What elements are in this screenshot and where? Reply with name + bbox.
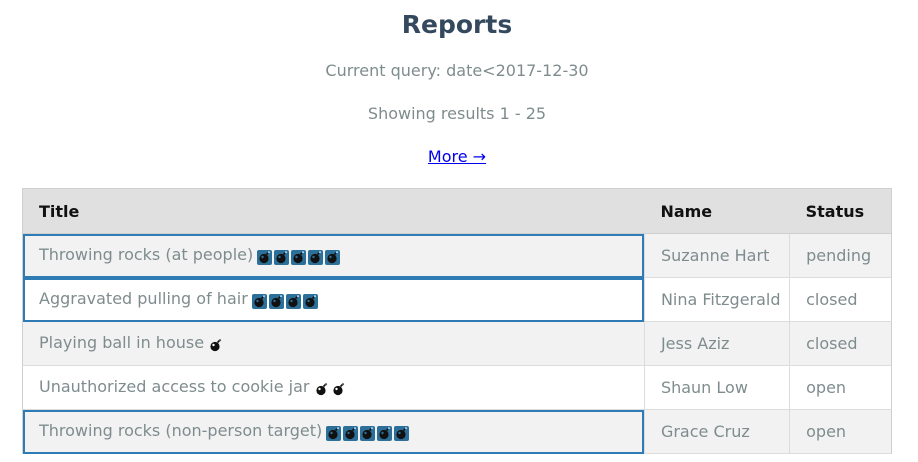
bomb-icon: [331, 382, 346, 397]
bomb-icon: [325, 250, 341, 265]
more-link-container: More →: [0, 147, 914, 167]
bomb-icon: [251, 294, 267, 309]
bomb-icon: [326, 426, 342, 441]
report-title-cell[interactable]: Throwing rocks (non-person target): [22, 409, 645, 454]
page-title: Reports: [401, 10, 513, 39]
reports-page: Reports Current query: date<2017-12-30 S…: [0, 0, 918, 462]
report-title-cell[interactable]: Playing ball in house: [22, 321, 645, 366]
severity-indicator: [257, 247, 342, 266]
report-title-cell[interactable]: Aggravated pulling of hair: [22, 277, 645, 322]
status-value: closed: [789, 277, 892, 322]
bomb-icon: [257, 250, 273, 265]
report-title-cell[interactable]: Throwing rocks (at people): [22, 233, 645, 278]
table-row[interactable]: Unauthorized access to cookie jar Shaun L…: [22, 365, 892, 410]
table-row[interactable]: Aggravated pulling of hair Nina Fitzgeral…: [22, 277, 892, 322]
report-title-cell[interactable]: Unauthorized access to cookie jar: [22, 365, 645, 410]
reports-table: Title Name Status Throwing rocks (at peo…: [22, 188, 892, 454]
status-value: pending: [789, 233, 892, 278]
table-header-row: Title Name Status: [22, 188, 892, 234]
report-title: Throwing rocks (at people): [39, 245, 254, 264]
report-title: Aggravated pulling of hair: [39, 289, 248, 308]
severity-indicator: [251, 291, 320, 310]
status-value: open: [789, 365, 892, 410]
bomb-icon: [291, 250, 307, 265]
bomb-icon: [208, 338, 223, 353]
bomb-icon: [394, 426, 410, 441]
reporter-name: Jess Aziz: [644, 321, 791, 366]
status-value: closed: [789, 321, 892, 366]
bomb-icon: [285, 294, 301, 309]
reporter-name: Nina Fitzgerald: [644, 277, 791, 322]
report-title: Throwing rocks (non-person target): [39, 421, 323, 440]
column-header-title[interactable]: Title: [22, 188, 645, 234]
severity-indicator: [208, 335, 225, 354]
reporter-name: Grace Cruz: [644, 409, 791, 454]
bomb-icon: [343, 426, 359, 441]
table-body: Throwing rocks (at people) Suzanne Hart pe…: [22, 233, 892, 454]
reporter-name: Shaun Low: [644, 365, 791, 410]
column-header-status[interactable]: Status: [789, 188, 892, 234]
results-range: Showing results 1 - 25: [367, 104, 547, 123]
current-query: Current query: date<2017-12-30: [325, 61, 589, 80]
bomb-icon: [308, 250, 324, 265]
bomb-icon: [314, 382, 329, 397]
table-row[interactable]: Playing ball in house Jess Aziz closed: [22, 321, 892, 366]
severity-indicator: [314, 379, 348, 398]
table-row[interactable]: Throwing rocks (at people) Suzanne Hart pe…: [22, 233, 892, 278]
severity-indicator: [326, 423, 411, 442]
column-header-name[interactable]: Name: [644, 188, 790, 234]
bomb-icon: [360, 426, 376, 441]
reporter-name: Suzanne Hart: [644, 233, 791, 278]
status-value: open: [789, 409, 892, 454]
bomb-icon: [268, 294, 284, 309]
bomb-icon: [377, 426, 393, 441]
more-link[interactable]: More →: [428, 147, 486, 166]
table-row[interactable]: Throwing rocks (non-person target) Grace …: [22, 409, 892, 454]
report-title: Unauthorized access to cookie jar: [39, 377, 310, 396]
bomb-icon: [302, 294, 318, 309]
bomb-icon: [274, 250, 290, 265]
report-title: Playing ball in house: [39, 333, 205, 352]
